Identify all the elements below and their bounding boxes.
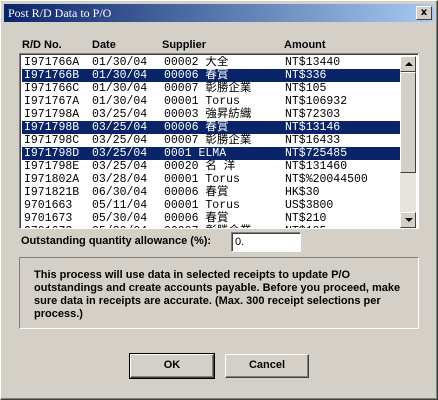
allowance-input[interactable]: 0.	[231, 232, 301, 252]
list-item[interactable]: I971798E 03/25/04 00020 名 洋 NT$131460	[22, 160, 400, 173]
amount-cell: NT$131460	[285, 160, 348, 173]
amount-cell: HK$30	[285, 186, 320, 199]
date-cell: 03/25/04	[92, 134, 148, 147]
receipt-rows: I971766A 01/30/04 00002 大全 NT$13440 I971766B…	[22, 56, 400, 228]
amount-cell: NT$210	[285, 212, 327, 225]
rd-no-cell: I971766C	[24, 82, 80, 95]
list-item[interactable]: I971766A 01/30/04 00002 大全 NT$13440	[22, 56, 400, 69]
supplier-cell: 00007 彰勝企業	[164, 134, 252, 147]
list-item[interactable]: 9701673 05/30/04 00007 彰勝企業 NT$105	[22, 225, 400, 228]
rd-no-cell: 9701663	[24, 199, 73, 212]
amount-cell: NT$16433	[285, 134, 341, 147]
supplier-cell: 00001 Torus	[164, 173, 240, 186]
date-cell: 03/25/04	[92, 160, 148, 173]
supplier-cell: 00020 名 洋	[164, 160, 236, 173]
date-cell: 03/25/04	[92, 147, 148, 160]
header-amount: Amount	[284, 39, 326, 51]
info-text: This process will use data in selected r…	[34, 269, 401, 320]
amount-cell: NT$725485	[285, 147, 348, 160]
supplier-cell: 00007 彰勝企業	[164, 225, 251, 228]
list-header: R/D No. Date Supplier Amount	[1, 39, 437, 53]
allowance-label: Outstanding quantity allowance (%):	[21, 235, 212, 247]
supplier-cell: 0001 ELMA	[164, 147, 227, 160]
date-cell: 06/30/04	[92, 186, 148, 199]
supplier-cell: 00006 春賞	[164, 212, 229, 225]
rd-no-cell: I971798D	[24, 147, 80, 160]
header-rd-no: R/D No.	[22, 39, 62, 51]
amount-cell: NT$13440	[285, 56, 341, 69]
amount-cell: NT$106932	[285, 95, 348, 108]
rd-no-cell: I971798E	[24, 160, 80, 173]
window-title: Post R/D Data to P/O	[8, 6, 112, 20]
scroll-thumb[interactable]	[400, 72, 416, 173]
amount-cell: NT$%20044500	[285, 173, 368, 186]
date-cell: 01/30/04	[92, 56, 148, 69]
amount-cell: NT$336	[285, 69, 327, 82]
list-item[interactable]: I971767A 01/30/04 00001 Torus NT$106932	[22, 95, 400, 108]
cancel-button[interactable]: Cancel	[225, 354, 309, 378]
rd-no-cell: I971798A	[24, 108, 80, 121]
amount-cell: NT$105	[285, 82, 327, 95]
rd-no-cell: I971821B	[24, 186, 80, 199]
date-cell: 05/30/04	[92, 212, 148, 225]
supplier-cell: 00006 春賞	[164, 186, 229, 199]
date-cell: 01/30/04	[92, 95, 148, 108]
amount-cell: NT$105	[285, 225, 326, 228]
rd-no-cell: I971798B	[24, 121, 80, 134]
date-cell: 03/25/04	[92, 121, 148, 134]
header-supplier: Supplier	[162, 39, 207, 51]
scroll-up-button[interactable]	[400, 56, 416, 72]
supplier-cell: 00007 彰勝企業	[164, 82, 252, 95]
list-item[interactable]: I971766B 01/30/04 00006 春賞 NT$336	[22, 69, 400, 82]
info-panel: This process will use data in selected r…	[19, 257, 419, 329]
supplier-cell: 00001 Torus	[164, 199, 240, 212]
date-cell: 03/28/04	[92, 173, 148, 186]
rd-no-cell: I971766A	[24, 56, 80, 69]
triangle-up-icon	[405, 62, 413, 66]
supplier-cell: 00006 春賞	[164, 69, 229, 82]
date-cell: 05/30/04	[92, 225, 147, 228]
amount-cell: US$3800	[285, 199, 334, 212]
supplier-cell: 00003 強昇紡織	[164, 108, 252, 121]
close-button[interactable]: x	[416, 6, 432, 20]
list-item[interactable]: 9701663 05/11/04 00001 Torus US$3800	[22, 199, 400, 212]
rd-no-cell: I971766B	[24, 69, 80, 82]
date-cell: 03/25/04	[92, 108, 148, 121]
rd-no-cell: I971767A	[24, 95, 80, 108]
header-date: Date	[92, 39, 116, 51]
list-item[interactable]: I971798D 03/25/04 0001 ELMA NT$725485	[22, 147, 400, 160]
dialog-window: Post R/D Data to P/O x R/D No. Date Supp…	[0, 0, 438, 400]
date-cell: 05/11/04	[92, 199, 148, 212]
rd-no-cell: I971802A	[24, 173, 80, 186]
receipt-listbox[interactable]: I971766A 01/30/04 00002 大全 NT$13440 I971766B…	[19, 53, 419, 229]
title-bar[interactable]: Post R/D Data to P/O x	[4, 4, 434, 22]
list-item[interactable]: I971798C 03/25/04 00007 彰勝企業 NT$16433	[22, 134, 400, 147]
vertical-scrollbar[interactable]	[400, 56, 416, 228]
list-item[interactable]: I971766C 01/30/04 00007 彰勝企業 NT$105	[22, 82, 400, 95]
list-item[interactable]: I971798B 03/25/04 00006 春賞 NT$13146	[22, 121, 400, 134]
supplier-cell: 00002 大全	[164, 56, 229, 69]
supplier-cell: 00001 Torus	[164, 95, 240, 108]
rd-no-cell: I971798C	[24, 134, 80, 147]
list-item[interactable]: I971798A 03/25/04 00003 強昇紡織 NT$72303	[22, 108, 400, 121]
date-cell: 01/30/04	[92, 69, 148, 82]
supplier-cell: 00006 春賞	[164, 121, 229, 134]
list-item[interactable]: 9701673 05/30/04 00006 春賞 NT$210	[22, 212, 400, 225]
list-item[interactable]: I971821B 06/30/04 00006 春賞 HK$30	[22, 186, 400, 199]
ok-button[interactable]: OK	[129, 353, 215, 379]
amount-cell: NT$13146	[285, 121, 341, 134]
amount-cell: NT$72303	[285, 108, 341, 121]
rd-no-cell: 9701673	[24, 225, 72, 228]
triangle-down-icon	[405, 218, 413, 222]
scroll-down-button[interactable]	[400, 212, 416, 228]
close-icon: x	[420, 7, 428, 18]
list-item[interactable]: I971802A 03/28/04 00001 Torus NT$%20044500	[22, 173, 400, 186]
rd-no-cell: 9701673	[24, 212, 73, 225]
date-cell: 01/30/04	[92, 82, 148, 95]
